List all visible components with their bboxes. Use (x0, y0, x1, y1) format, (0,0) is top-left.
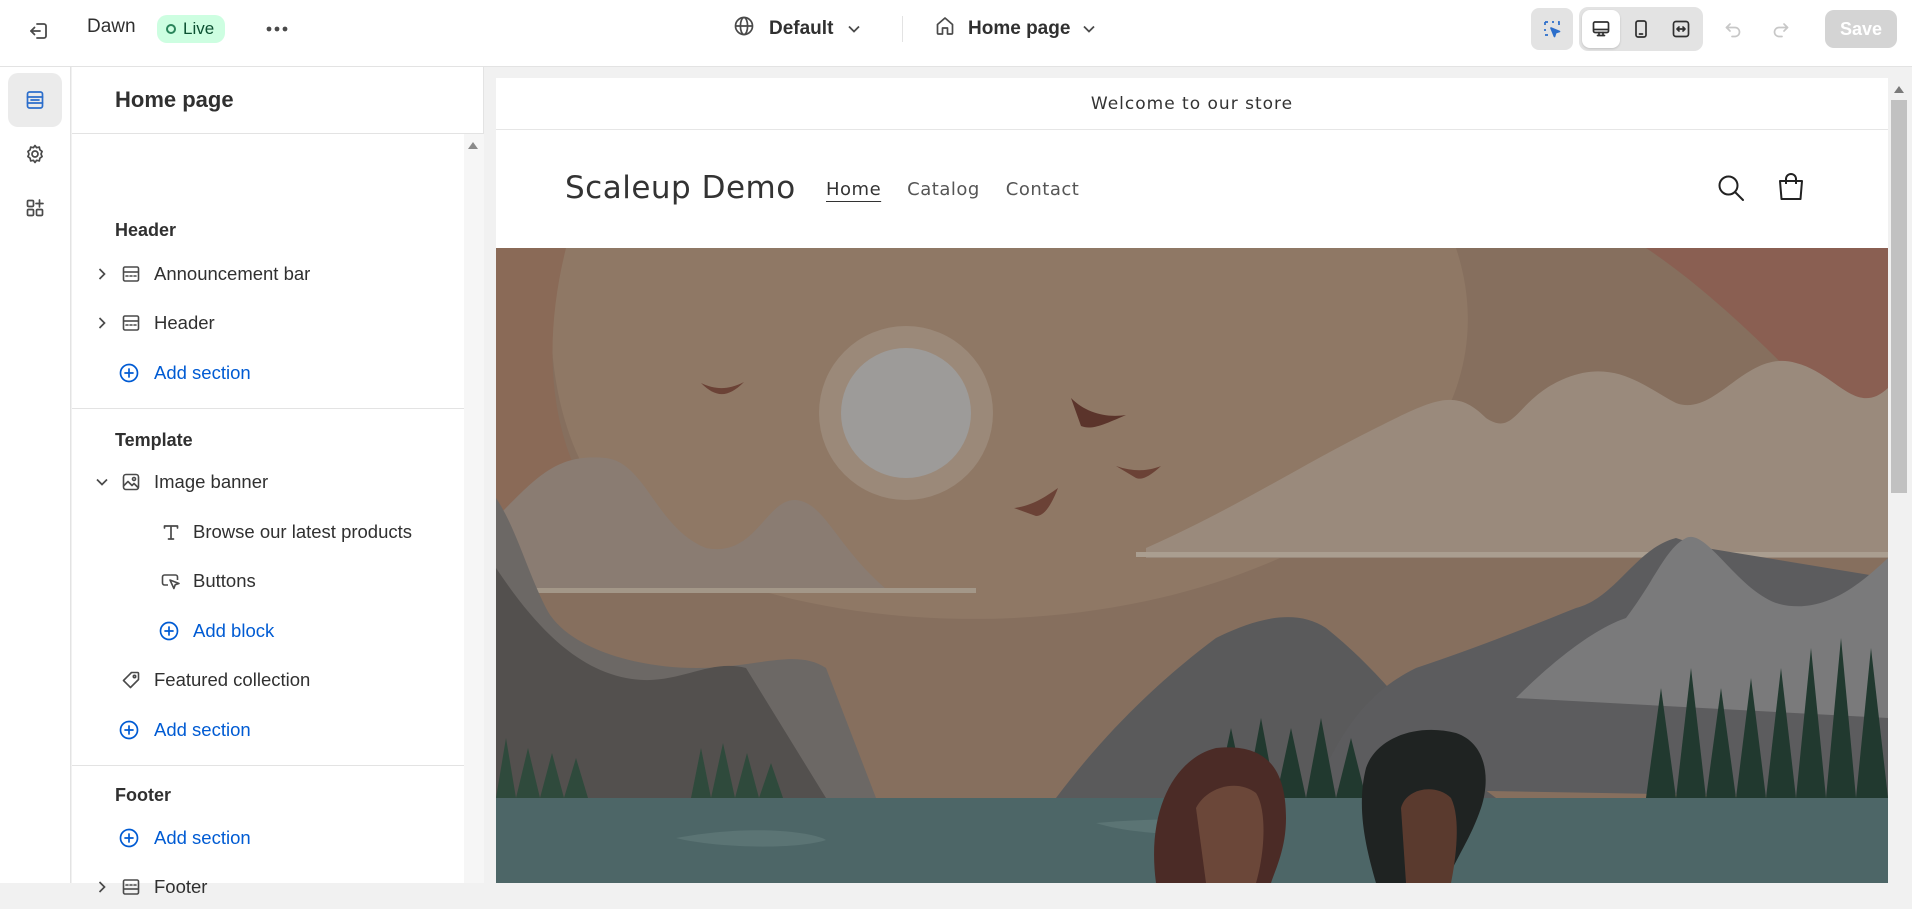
plus-circle-icon (157, 619, 181, 643)
button-cursor-icon (159, 569, 183, 593)
store-nav: Home Catalog Contact (826, 179, 1079, 200)
block-item-buttons[interactable]: Buttons (72, 559, 464, 603)
nav-link-contact[interactable]: Contact (1006, 179, 1080, 200)
section-item-image-banner[interactable]: Image banner (72, 460, 464, 504)
image-banner[interactable] (496, 248, 1888, 883)
globe-icon (733, 15, 755, 43)
locale-label: Default (769, 18, 834, 39)
section-item-announcement-bar[interactable]: Announcement bar (72, 252, 464, 296)
add-section-label: Add section (154, 719, 251, 740)
page-selector[interactable]: Home page (934, 12, 1096, 46)
tag-icon (119, 668, 143, 692)
sidebar-scrollbar[interactable] (464, 134, 484, 883)
add-section-button[interactable]: Add section (72, 708, 464, 752)
section-item-label: Header (154, 312, 215, 333)
add-section-button[interactable]: Add section (72, 351, 464, 395)
section-item-label: Featured collection (154, 669, 311, 690)
chevron-down-icon (1082, 18, 1096, 40)
status-badge-label: Live (183, 19, 215, 38)
section-item-footer[interactable]: Footer (72, 865, 464, 909)
nav-link-catalog[interactable]: Catalog (907, 179, 980, 200)
undo-icon[interactable] (1716, 12, 1750, 46)
announcement-text: Welcome to our store (1090, 93, 1294, 114)
gear-icon[interactable] (8, 127, 62, 181)
editor-topbar: Dawn Live Default Home page Save (0, 0, 1912, 67)
exit-icon[interactable] (22, 14, 56, 48)
live-dot-icon (166, 24, 176, 34)
sections-icon[interactable] (8, 73, 62, 127)
add-section-label: Add section (154, 827, 251, 848)
template-group-heading: Template (115, 430, 193, 450)
banner-illustration (496, 248, 1888, 883)
plus-circle-icon (117, 361, 141, 385)
chevron-down-icon (847, 18, 861, 40)
desktop-icon[interactable] (1582, 10, 1620, 48)
scroll-up-icon[interactable] (468, 142, 478, 149)
more-actions-icon[interactable] (260, 12, 294, 46)
redo-icon[interactable] (1764, 12, 1798, 46)
fullscreen-icon[interactable] (1662, 10, 1700, 48)
section-tree: Header Announcement bar Header Add secti… (72, 134, 464, 897)
add-block-button[interactable]: Add block (72, 609, 464, 653)
page-title: Home page (115, 87, 234, 112)
section-layout-icon (119, 262, 143, 286)
section-item-header[interactable]: Header (72, 301, 464, 345)
view-tools (1531, 7, 1703, 51)
status-badge: Live (157, 15, 226, 43)
chevron-right-icon[interactable] (94, 879, 110, 895)
page-label: Home page (968, 18, 1071, 39)
chevron-right-icon[interactable] (94, 315, 110, 331)
device-toggle-group (1579, 7, 1703, 51)
section-item-label: Footer (154, 876, 208, 897)
store-header[interactable]: Scaleup Demo Home Catalog Contact (496, 130, 1888, 248)
section-item-label: Image banner (154, 471, 269, 492)
chevron-down-icon[interactable] (94, 474, 110, 490)
inspector-toggle-icon[interactable] (1531, 8, 1573, 50)
footer-group-heading: Footer (115, 785, 171, 805)
header-group-heading: Header (115, 220, 177, 240)
block-item-label: Browse our latest products (193, 521, 413, 542)
cart-icon[interactable] (1772, 168, 1810, 206)
editor-rail (0, 67, 71, 883)
section-layout-icon (119, 875, 143, 899)
topbar-divider (902, 16, 903, 42)
store-logo[interactable]: Scaleup Demo (565, 170, 796, 206)
image-icon (119, 470, 143, 494)
add-block-label: Add block (193, 620, 275, 641)
locale-selector[interactable]: Default (733, 12, 861, 46)
text-icon (159, 520, 183, 544)
search-icon[interactable] (1713, 170, 1749, 206)
section-item-label: Announcement bar (154, 263, 311, 284)
block-item-text[interactable]: Browse our latest products (72, 510, 464, 554)
add-section-button[interactable]: Add section (72, 816, 464, 860)
storefront-preview: Welcome to our store Scaleup Demo Home C… (496, 78, 1888, 883)
preview-scroll-thumb[interactable] (1891, 100, 1907, 493)
add-section-label: Add section (154, 362, 251, 383)
announcement-bar[interactable]: Welcome to our store (496, 78, 1888, 130)
scroll-up-icon[interactable] (1894, 86, 1904, 93)
section-item-featured-collection[interactable]: Featured collection (72, 658, 464, 702)
block-item-label: Buttons (193, 570, 256, 591)
chevron-right-icon[interactable] (94, 266, 110, 282)
nav-link-home[interactable]: Home (826, 179, 881, 200)
save-button[interactable]: Save (1825, 10, 1897, 48)
apps-icon[interactable] (8, 181, 62, 235)
sections-sidebar: Home page Header Announcement bar Header (72, 67, 484, 897)
home-icon (934, 15, 956, 43)
plus-circle-icon (117, 826, 141, 850)
divider (72, 408, 464, 409)
mobile-icon[interactable] (1622, 10, 1660, 48)
theme-name[interactable]: Dawn (87, 16, 136, 38)
divider (72, 765, 464, 766)
section-layout-icon (119, 311, 143, 335)
plus-circle-icon (117, 718, 141, 742)
